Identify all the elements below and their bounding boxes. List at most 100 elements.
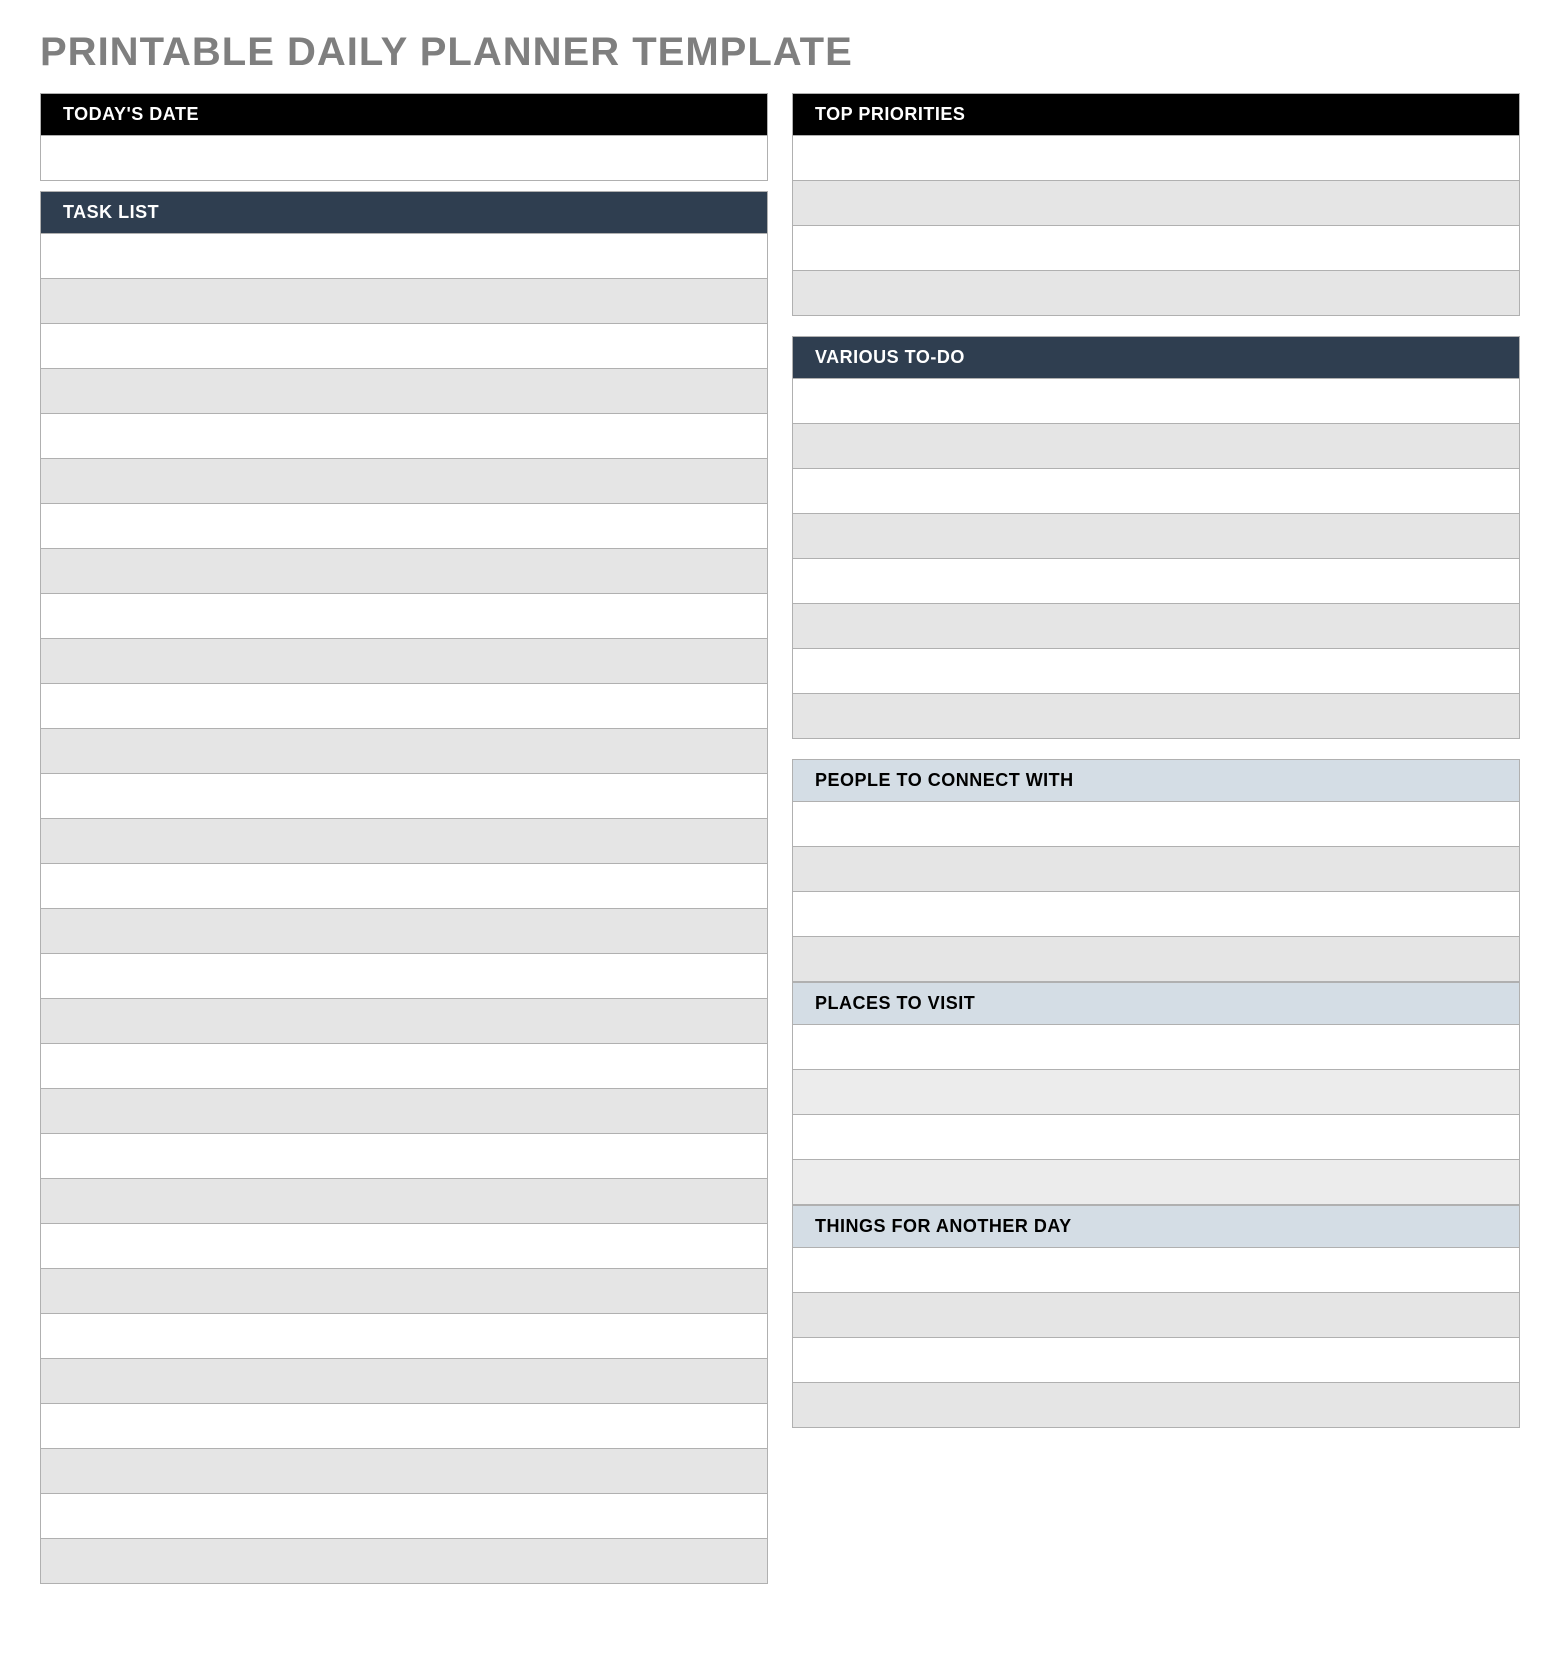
task-row <box>40 1314 768 1359</box>
task-input-26[interactable] <box>41 1359 767 1403</box>
priority-input-2[interactable] <box>793 181 1519 225</box>
todo-input-2[interactable] <box>793 424 1519 468</box>
left-column: TODAY'S DATE TASK LIST <box>40 93 768 1594</box>
things-input-3[interactable] <box>793 1338 1519 1382</box>
task-input-29[interactable] <box>41 1494 767 1538</box>
task-input-16[interactable] <box>41 909 767 953</box>
task-input-13[interactable] <box>41 774 767 818</box>
task-section: TASK LIST <box>40 191 768 1584</box>
task-row <box>40 504 768 549</box>
people-input-2[interactable] <box>793 847 1519 891</box>
task-row <box>40 1359 768 1404</box>
task-input-10[interactable] <box>41 639 767 683</box>
people-row <box>792 892 1520 937</box>
task-row <box>40 1224 768 1269</box>
task-input-17[interactable] <box>41 954 767 998</box>
things-section: THINGS FOR ANOTHER DAY <box>792 1205 1520 1428</box>
task-row <box>40 549 768 594</box>
task-row <box>40 909 768 954</box>
task-input-2[interactable] <box>41 279 767 323</box>
priorities-header: TOP PRIORITIES <box>792 93 1520 136</box>
places-row <box>792 1115 1520 1160</box>
task-row <box>40 1404 768 1449</box>
task-input-1[interactable] <box>41 234 767 278</box>
task-input-27[interactable] <box>41 1404 767 1448</box>
date-header: TODAY'S DATE <box>40 93 768 136</box>
priority-row <box>792 136 1520 181</box>
places-input-4[interactable] <box>793 1160 1519 1204</box>
places-row <box>792 1070 1520 1115</box>
task-row <box>40 639 768 684</box>
people-input-1[interactable] <box>793 802 1519 846</box>
task-input-8[interactable] <box>41 549 767 593</box>
people-row <box>792 937 1520 982</box>
things-input-2[interactable] <box>793 1293 1519 1337</box>
todo-input-1[interactable] <box>793 379 1519 423</box>
date-section: TODAY'S DATE <box>40 93 768 181</box>
task-input-19[interactable] <box>41 1044 767 1088</box>
todo-input-4[interactable] <box>793 514 1519 558</box>
todo-section: VARIOUS TO-DO <box>792 336 1520 739</box>
task-input-3[interactable] <box>41 324 767 368</box>
places-input-2[interactable] <box>793 1070 1519 1114</box>
priority-input-4[interactable] <box>793 271 1519 315</box>
task-row <box>40 459 768 504</box>
task-row <box>40 1269 768 1314</box>
todo-input-5[interactable] <box>793 559 1519 603</box>
things-input-1[interactable] <box>793 1248 1519 1292</box>
todo-input-7[interactable] <box>793 649 1519 693</box>
task-input-22[interactable] <box>41 1179 767 1223</box>
task-input-21[interactable] <box>41 1134 767 1178</box>
task-input-4[interactable] <box>41 369 767 413</box>
task-input-23[interactable] <box>41 1224 767 1268</box>
places-input-1[interactable] <box>793 1025 1519 1069</box>
people-header: PEOPLE TO CONNECT WITH <box>792 759 1520 802</box>
todo-row <box>792 469 1520 514</box>
task-row <box>40 369 768 414</box>
right-column: TOP PRIORITIES VARIOUS TO-DO PEOPLE TO C… <box>792 93 1520 1594</box>
things-row <box>792 1383 1520 1428</box>
todo-input-8[interactable] <box>793 694 1519 738</box>
task-input-6[interactable] <box>41 459 767 503</box>
people-input-3[interactable] <box>793 892 1519 936</box>
task-input-28[interactable] <box>41 1449 767 1493</box>
task-input-24[interactable] <box>41 1269 767 1313</box>
task-row <box>40 1494 768 1539</box>
task-input-9[interactable] <box>41 594 767 638</box>
planner-columns: TODAY'S DATE TASK LIST <box>40 93 1520 1594</box>
todo-input-6[interactable] <box>793 604 1519 648</box>
task-input-11[interactable] <box>41 684 767 728</box>
priority-input-1[interactable] <box>793 136 1519 180</box>
task-input-12[interactable] <box>41 729 767 773</box>
task-input-20[interactable] <box>41 1089 767 1133</box>
task-row <box>40 774 768 819</box>
people-input-4[interactable] <box>793 937 1519 981</box>
task-row <box>40 414 768 459</box>
date-row <box>40 136 768 181</box>
task-input-5[interactable] <box>41 414 767 458</box>
places-input-3[interactable] <box>793 1115 1519 1159</box>
task-header: TASK LIST <box>40 191 768 234</box>
priority-row <box>792 181 1520 226</box>
priority-row <box>792 226 1520 271</box>
task-row <box>40 729 768 774</box>
task-row <box>40 279 768 324</box>
things-input-4[interactable] <box>793 1383 1519 1427</box>
task-input-14[interactable] <box>41 819 767 863</box>
task-row <box>40 684 768 729</box>
task-input-25[interactable] <box>41 1314 767 1358</box>
things-header: THINGS FOR ANOTHER DAY <box>792 1205 1520 1248</box>
task-input-30[interactable] <box>41 1539 767 1583</box>
task-row <box>40 1539 768 1584</box>
todo-row <box>792 514 1520 559</box>
task-input-18[interactable] <box>41 999 767 1043</box>
task-input-15[interactable] <box>41 864 767 908</box>
todo-input-3[interactable] <box>793 469 1519 513</box>
priority-input-3[interactable] <box>793 226 1519 270</box>
task-input-7[interactable] <box>41 504 767 548</box>
places-row <box>792 1160 1520 1205</box>
task-row <box>40 234 768 279</box>
task-row <box>40 1179 768 1224</box>
things-row <box>792 1338 1520 1383</box>
date-input[interactable] <box>41 136 767 180</box>
